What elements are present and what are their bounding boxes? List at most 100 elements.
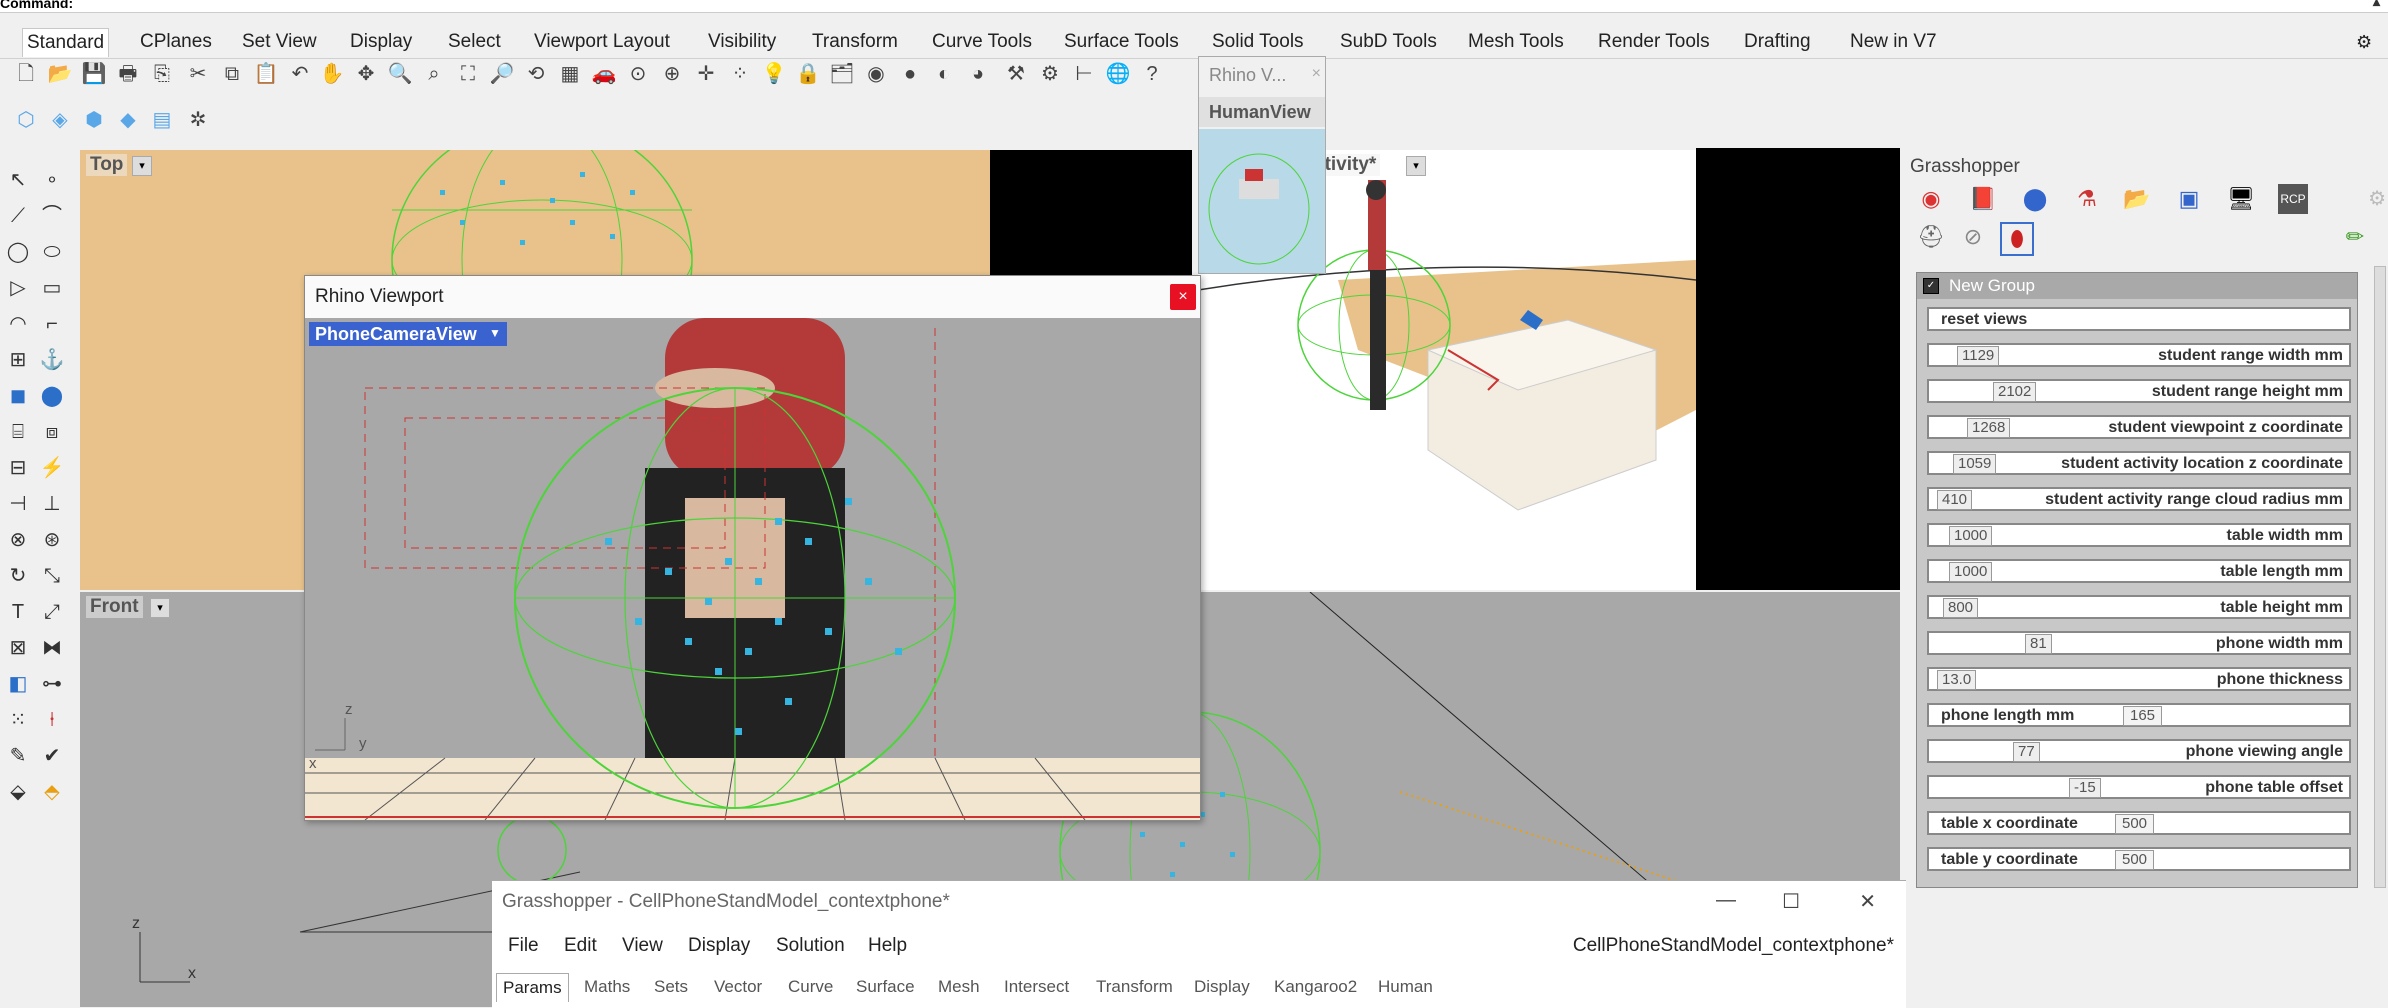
tab-set-view[interactable]: Set View: [238, 28, 321, 56]
slider-table-height[interactable]: 800 table height mm: [1927, 595, 2351, 619]
surface-icon[interactable]: ⊞: [4, 346, 32, 374]
slider-value[interactable]: 800: [1943, 598, 1979, 618]
split-icon[interactable]: ⊥: [38, 490, 66, 518]
polygon-icon[interactable]: ▷: [4, 274, 32, 302]
zoom-icon[interactable]: 🔍: [386, 60, 414, 88]
zoom-extents-icon[interactable]: ⛶: [454, 60, 482, 88]
slider-value[interactable]: 410: [1937, 490, 1973, 510]
category-transform[interactable]: Transform: [1096, 977, 1173, 997]
close-icon[interactable]: ×: [1312, 65, 1321, 83]
slider-value[interactable]: -15: [2069, 778, 2101, 798]
pipette-icon[interactable]: ⚗: [2072, 184, 2102, 214]
close-icon[interactable]: ▴: [2373, 0, 2380, 8]
slider-student-range-width[interactable]: 1129 student range width mm: [1927, 343, 2351, 367]
cut-icon[interactable]: ✂: [184, 60, 212, 88]
extrude-icon[interactable]: ⧈: [38, 418, 66, 446]
mesh-icon[interactable]: ⊟: [4, 454, 32, 482]
menu-display[interactable]: Display: [688, 935, 750, 957]
category-surface[interactable]: Surface: [856, 977, 915, 997]
select-arrow-icon[interactable]: ↖: [4, 166, 32, 194]
slider-student-range-height[interactable]: 2102 student range height mm: [1927, 379, 2351, 403]
group-header[interactable]: ✓ New Group: [1917, 273, 2357, 299]
points-icon[interactable]: ⁘: [726, 60, 754, 88]
ghosted-icon[interactable]: ◆: [114, 106, 142, 134]
color-wheel-icon[interactable]: ◉: [862, 60, 890, 88]
tab-cplanes[interactable]: CPlanes: [136, 28, 216, 56]
tab-standard[interactable]: Standard: [22, 28, 110, 57]
scrollbar[interactable]: [2374, 266, 2386, 888]
globe-icon[interactable]: 🌐: [1104, 60, 1132, 88]
tab-solid-tools[interactable]: Solid Tools: [1208, 28, 1308, 56]
tab-display[interactable]: Display: [346, 28, 416, 56]
boolean-icon[interactable]: ⊗: [4, 526, 32, 554]
undo-icon[interactable]: ↶: [286, 60, 314, 88]
slider-value[interactable]: 500: [2115, 850, 2155, 870]
menu-file[interactable]: File: [508, 935, 539, 957]
rhino-viewport-title[interactable]: Rhino Viewport: [305, 276, 1200, 318]
book-icon[interactable]: 📕: [1968, 184, 1998, 214]
viewport-label-top[interactable]: Top: [86, 154, 128, 176]
tab-drafting[interactable]: Drafting: [1740, 28, 1815, 56]
ellipse-icon[interactable]: ⬭: [38, 238, 66, 266]
slider-phone-table-offset[interactable]: -15 phone table offset: [1927, 775, 2351, 799]
pan-hand-icon[interactable]: ✋: [318, 60, 346, 88]
material-sphere-icon[interactable]: ◕: [964, 60, 992, 88]
slider-student-activity-radius[interactable]: 410 student activity range cloud radius …: [1927, 487, 2351, 511]
slider-value[interactable]: 1059: [1953, 454, 1997, 474]
slider-table-x[interactable]: table x coordinate 500: [1927, 811, 2351, 835]
sphere-render-icon[interactable]: ●: [896, 60, 924, 88]
wireframe-icon[interactable]: ⬡: [12, 106, 40, 134]
open-folder-icon[interactable]: 📂: [46, 60, 74, 88]
lightning-icon[interactable]: ⚡: [38, 454, 66, 482]
category-sets[interactable]: Sets: [654, 977, 688, 997]
undo-view-icon[interactable]: ⟲: [522, 60, 550, 88]
import-icon[interactable]: ⎘: [148, 60, 176, 88]
shaded-sphere-icon[interactable]: ◐: [930, 60, 958, 88]
tab-transform[interactable]: Transform: [808, 28, 902, 56]
tab-select[interactable]: Select: [444, 28, 505, 56]
phone-camera-viewport[interactable]: z x y PhoneCameraView ▼: [305, 318, 1200, 820]
menu-edit[interactable]: Edit: [564, 935, 597, 957]
xray-icon[interactable]: ▤: [148, 106, 176, 134]
chevron-down-icon[interactable]: ▾: [132, 156, 152, 176]
paste-icon[interactable]: 📋: [252, 60, 280, 88]
chevron-down-icon[interactable]: ▼: [489, 326, 501, 340]
collapse-checkbox[interactable]: ✓: [1923, 278, 1939, 294]
scale-icon[interactable]: ⤢: [38, 598, 66, 626]
check-icon[interactable]: ✔: [38, 742, 66, 770]
category-vector[interactable]: Vector: [714, 977, 762, 997]
render-mesh-icon[interactable]: ⬙: [4, 778, 32, 806]
chevron-down-icon[interactable]: ▾: [150, 598, 170, 618]
zoom-window-icon[interactable]: ⌕: [420, 60, 448, 88]
osnap-icon[interactable]: ⊕: [658, 60, 686, 88]
slider-table-width[interactable]: 1000 table width mm: [1927, 523, 2351, 547]
blue-sphere-icon[interactable]: ⬤: [2020, 184, 2050, 214]
helmet-icon[interactable]: ⛑: [1916, 222, 1946, 252]
category-display[interactable]: Display: [1194, 977, 1250, 997]
rotate-view-icon[interactable]: ✥: [352, 60, 380, 88]
tab-mesh-tools[interactable]: Mesh Tools: [1464, 28, 1568, 56]
category-mesh[interactable]: Mesh: [938, 977, 980, 997]
tab-render-tools[interactable]: Render Tools: [1594, 28, 1714, 56]
image-icon[interactable]: ▣: [2174, 184, 2204, 214]
sphere-solid-icon[interactable]: ⬤: [38, 382, 66, 410]
category-human[interactable]: Human: [1378, 977, 1433, 997]
category-intersect[interactable]: Intersect: [1004, 977, 1069, 997]
slider-student-viewpoint-z[interactable]: 1268 student viewpoint z coordinate: [1927, 415, 2351, 439]
category-params[interactable]: Params: [496, 973, 569, 1002]
technical-icon[interactable]: ✲: [184, 106, 212, 134]
slider-phone-length[interactable]: phone length mm 165: [1927, 703, 2351, 727]
grid-sphere-icon[interactable]: ⊘: [1958, 222, 1988, 252]
new-file-icon[interactable]: 🗋: [12, 60, 40, 88]
copy-icon[interactable]: ⧉: [218, 60, 246, 88]
zoom-selected-icon[interactable]: 🔎: [488, 60, 516, 88]
minimize-icon[interactable]: —: [1716, 889, 1736, 912]
mirror-icon[interactable]: ⧓: [38, 634, 66, 662]
rcp-icon[interactable]: RCP: [2278, 184, 2308, 214]
light-bulb-icon[interactable]: 💡: [760, 60, 788, 88]
grasshopper-window-title[interactable]: Grasshopper - CellPhoneStandModel_contex…: [502, 891, 950, 913]
slider-value[interactable]: 1000: [1949, 526, 1993, 546]
join-icon[interactable]: ⊛: [38, 526, 66, 554]
circle-icon[interactable]: ◯: [4, 238, 32, 266]
menu-help[interactable]: Help: [868, 935, 907, 957]
